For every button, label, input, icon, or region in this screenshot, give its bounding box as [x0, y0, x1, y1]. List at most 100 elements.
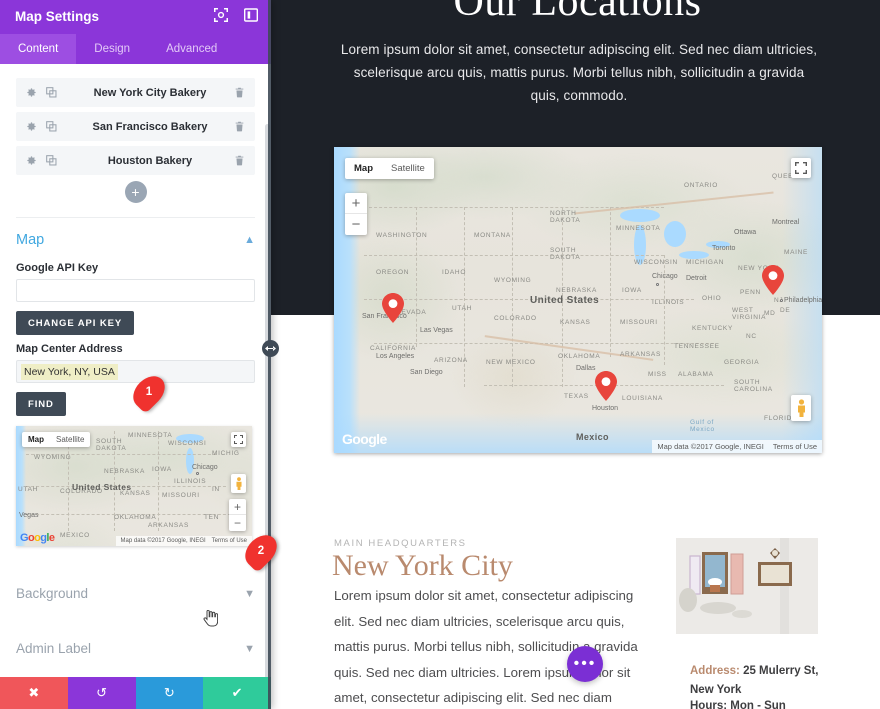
map-state-label: OKLAHOMA — [558, 353, 601, 360]
find-button[interactable]: FIND — [16, 392, 66, 416]
map-fullscreen-button[interactable] — [791, 158, 811, 178]
map-state-label: MISS — [648, 371, 667, 378]
map-city-label: Ottawa — [734, 229, 757, 236]
cancel-button[interactable]: ✖ — [0, 677, 68, 709]
gear-icon[interactable] — [26, 87, 39, 98]
map-state-label: MONTANA — [474, 232, 511, 239]
street-view-pegman[interactable] — [791, 395, 811, 421]
map-state-label: GEORGIA — [724, 359, 760, 366]
chevron-down-icon[interactable]: ▼ — [244, 588, 255, 600]
map-city-dot — [656, 283, 659, 286]
tab-design[interactable]: Design — [76, 34, 148, 64]
floating-options-button[interactable]: ••• — [567, 646, 603, 682]
save-button[interactable]: ✔ — [203, 677, 271, 709]
center-address-value: New York, NY, USA — [21, 363, 118, 380]
map-state-label: IOWA — [622, 287, 642, 294]
location-body-text: Lorem ipsum dolor sit amet, consectetur … — [334, 588, 638, 705]
preview-map-terms-link[interactable]: Terms of Use — [212, 538, 247, 544]
gear-icon[interactable] — [26, 121, 39, 132]
undo-button[interactable]: ↺ — [67, 677, 136, 709]
preview-state-label: UTAH — [18, 486, 39, 493]
map-state-label: WISCONSIN — [634, 259, 678, 266]
preview-state-label: MICHIG — [212, 450, 240, 457]
background-section-header[interactable]: Background ▼ — [0, 570, 271, 617]
map-state-label: NC — [746, 333, 757, 340]
google-map[interactable]: WASHINGTON MONTANA NORTH DAKOTA SOUTH DAKO… — [334, 147, 822, 453]
map-type-toggle[interactable]: Map Satellite — [345, 158, 434, 179]
callout-number: 1 — [145, 386, 153, 398]
change-api-key-button[interactable]: CHANGE API KEY — [16, 311, 135, 335]
map-mexico-label: Mexico — [576, 432, 609, 442]
map-zoom-in-button[interactable]: + — [345, 193, 367, 214]
preview-border — [158, 431, 159, 531]
map-state-label: OREGON — [376, 269, 410, 276]
api-key-input[interactable] — [16, 279, 255, 302]
map-settings-panel: Map Settings Content Design Advanced New… — [0, 0, 271, 709]
google-logo: Google — [342, 431, 387, 447]
map-preview[interactable]: MINNESOTA SOUTH DAKOTA WISCONSI MICHIG WY… — [16, 426, 252, 546]
redo-button[interactable]: ↻ — [135, 677, 204, 709]
map-border — [416, 207, 417, 347]
duplicate-icon[interactable] — [46, 87, 59, 98]
preview-map-type-map[interactable]: Map — [22, 432, 50, 447]
tab-content[interactable]: Content — [0, 34, 77, 64]
list-item[interactable]: Houston Bakery — [16, 146, 255, 175]
preview-state-label: TEN — [204, 514, 220, 521]
preview-state-label: NEBRASKA — [104, 468, 146, 475]
map-gulf-label: Gulf of Mexico — [690, 419, 715, 433]
preview-state-label: MISSOURI — [162, 492, 200, 499]
map-state-label: KANSAS — [560, 319, 591, 326]
trash-icon[interactable] — [234, 121, 245, 132]
preview-map-data-credit: Map data ©2017 Google, INEGI — [120, 538, 206, 544]
center-address-label: Map Center Address — [16, 343, 123, 355]
fullscreen-target-icon[interactable] — [214, 8, 228, 27]
preview-street-view-pegman[interactable] — [231, 474, 246, 493]
preview-state-label: OKLAHOMA — [114, 514, 157, 521]
preview-state-label: MEXICO — [60, 532, 90, 539]
tab-advanced[interactable]: Advanced — [148, 34, 235, 64]
map-terms-link[interactable]: Terms of Use — [773, 442, 817, 451]
duplicate-icon[interactable] — [46, 121, 59, 132]
map-type-satellite[interactable]: Satellite — [382, 158, 434, 179]
panel-footer-actions: ✖ ↺ ↻ ✔ — [0, 677, 271, 709]
preview-state-label: ARKANSAS — [148, 522, 190, 529]
preview-fullscreen-button[interactable] — [231, 432, 246, 447]
panel-resize-handle[interactable] — [262, 340, 279, 357]
map-state-label: PENN — [740, 289, 761, 296]
preview-map-type-satellite[interactable]: Satellite — [50, 432, 90, 447]
map-state-label: MINNESOTA — [616, 225, 661, 232]
panel-tabs: Content Design Advanced — [0, 34, 271, 64]
map-zoom-out-button[interactable]: − — [345, 214, 367, 235]
map-zoom-controls[interactable]: + − — [345, 193, 367, 235]
list-item[interactable]: San Francisco Bakery — [16, 112, 255, 141]
map-state-label: TENNESSEE — [674, 343, 720, 350]
location-heading: New York City — [332, 549, 513, 582]
chevron-down-icon[interactable]: ▼ — [244, 643, 255, 655]
map-section-header[interactable]: Map ▲ — [0, 218, 271, 254]
preview-zoom-out-button[interactable]: − — [229, 515, 246, 531]
preview-zoom-in-button[interactable]: + — [229, 499, 246, 515]
preview-city-label: Chicago — [192, 464, 218, 471]
fullscreen-icon — [795, 162, 807, 174]
trash-icon[interactable] — [234, 87, 245, 98]
map-city-label: Detroit — [686, 275, 707, 282]
map-marker-new-york-city[interactable] — [762, 265, 784, 295]
map-city-label: Los Angeles — [376, 353, 415, 360]
panel-layout-icon[interactable] — [243, 8, 259, 27]
preview-map-type-toggle[interactable]: Map Satellite — [22, 432, 91, 447]
chevron-up-icon[interactable]: ▲ — [244, 234, 255, 246]
pegman-icon — [797, 399, 805, 417]
duplicate-icon[interactable] — [46, 155, 59, 166]
map-state-label: NEBRASKA — [556, 287, 598, 294]
map-marker-houston[interactable] — [595, 371, 617, 401]
preview-state-label: IOWA — [152, 466, 172, 473]
trash-icon[interactable] — [234, 155, 245, 166]
map-marker-san-francisco[interactable] — [382, 293, 404, 323]
add-item-button[interactable]: + — [124, 181, 147, 203]
admin-label-section-header[interactable]: Admin Label ▼ — [0, 625, 271, 672]
map-type-map[interactable]: Map — [345, 158, 382, 179]
list-item[interactable]: New York City Bakery — [16, 78, 255, 107]
callout-number: 2 — [257, 545, 265, 557]
gear-icon[interactable] — [26, 155, 39, 166]
preview-zoom-controls[interactable]: + − — [229, 499, 246, 531]
